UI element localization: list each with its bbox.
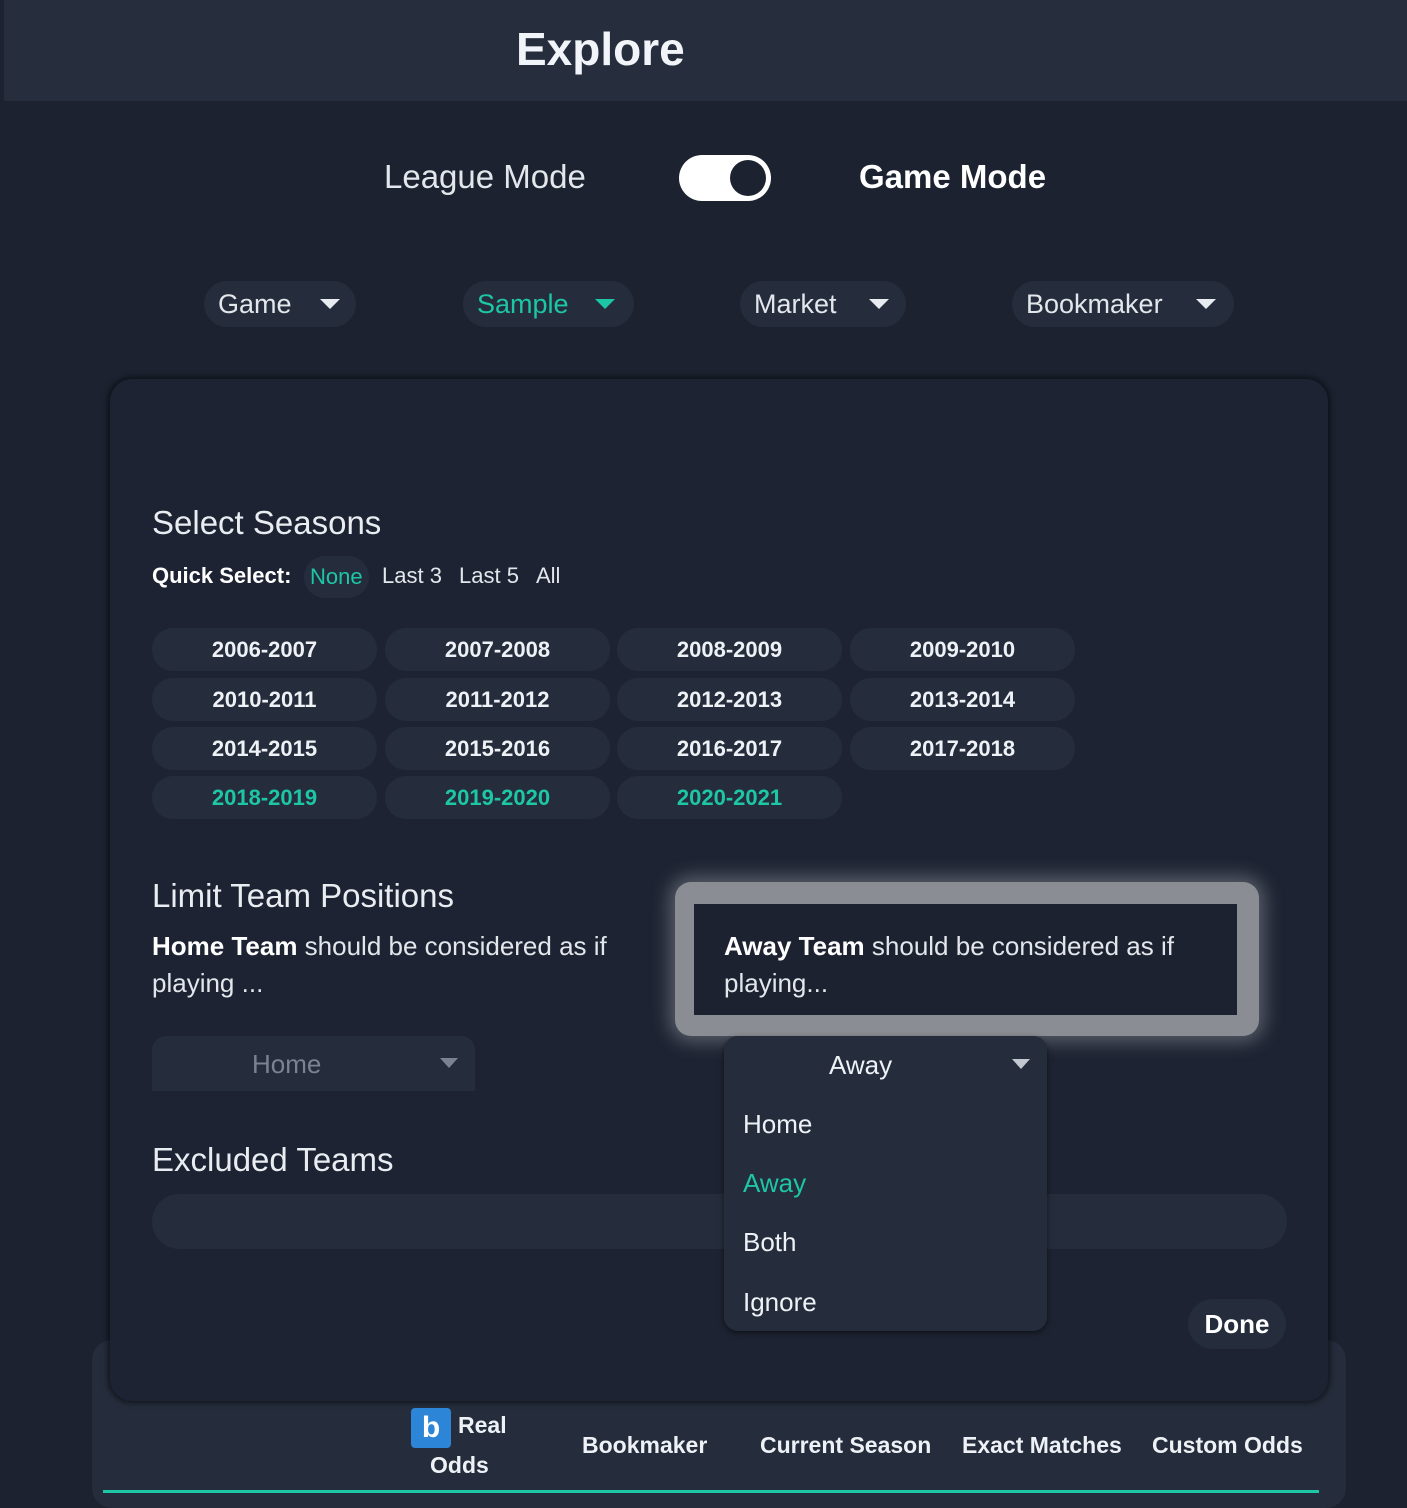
season-2017-2018[interactable]: 2017-2018 [850,727,1075,770]
quick-select-last5[interactable]: Last 5 [459,563,519,589]
season-2013-2014[interactable]: 2013-2014 [850,678,1075,721]
sample-dropdown-label: Sample [477,288,569,319]
current-season-column-header[interactable]: Current Season [760,1432,931,1459]
real-odds-header-line2[interactable]: Odds [430,1452,489,1479]
exact-matches-column-header[interactable]: Exact Matches [962,1432,1122,1459]
season-2019-2020[interactable]: 2019-2020 [385,776,610,819]
away-position-dropdown[interactable]: Away Home Away Both Ignore [724,1036,1047,1331]
done-button[interactable]: Done [1188,1299,1286,1349]
option-ignore[interactable]: Ignore [743,1287,817,1318]
quick-select-none[interactable]: None [304,556,369,598]
home-team-bold: Home Team [152,931,298,961]
top-header: Explore [4,0,1407,101]
bookmaker-dropdown[interactable]: Bookmaker [1012,281,1234,327]
away-position-value: Away [829,1050,893,1080]
season-2018-2019[interactable]: 2018-2019 [152,776,377,819]
home-position-value: Home [252,1049,322,1079]
season-2012-2013[interactable]: 2012-2013 [617,678,842,721]
caret-down-icon [595,299,615,309]
caret-down-icon [440,1058,458,1068]
custom-odds-column-header[interactable]: Custom Odds [1152,1432,1303,1459]
season-2008-2009[interactable]: 2008-2009 [617,628,842,671]
excluded-teams-title: Excluded Teams [152,1141,394,1178]
bookmaker-dropdown-label: Bookmaker [1026,288,1163,319]
option-away[interactable]: Away [743,1168,806,1199]
select-seasons-title: Select Seasons [152,504,382,541]
game-mode-label[interactable]: Game Mode [859,158,1046,196]
caret-down-icon [869,299,889,309]
season-2020-2021[interactable]: 2020-2021 [617,776,842,819]
game-dropdown-label: Game [218,288,292,319]
season-2016-2017[interactable]: 2016-2017 [617,727,842,770]
home-team-description: Home Team should be considered as if pla… [152,928,652,1002]
away-team-bold: Away Team [724,931,865,961]
page-title: Explore [516,23,685,75]
option-home[interactable]: Home [743,1109,812,1140]
season-2010-2011[interactable]: 2010-2011 [152,678,377,721]
explore-page: Explore League Mode Game Mode Game Sampl… [4,0,1407,1508]
active-tab-underline [103,1490,1319,1493]
caret-down-icon [1012,1059,1030,1069]
season-2006-2007[interactable]: 2006-2007 [152,628,377,671]
limit-team-positions-title: Limit Team Positions [152,877,455,914]
league-mode-label[interactable]: League Mode [384,158,586,196]
quick-select-all[interactable]: All [536,563,560,589]
sample-dropdown[interactable]: Sample [463,281,634,327]
season-2011-2012[interactable]: 2011-2012 [385,678,610,721]
excluded-teams-input[interactable] [152,1194,1287,1249]
real-odds-logo-icon: b [411,1408,451,1448]
quick-select-last3[interactable]: Last 3 [382,563,442,589]
toggle-knob [730,160,766,196]
season-2015-2016[interactable]: 2015-2016 [385,727,610,770]
home-position-select[interactable]: Home [152,1036,475,1091]
season-2014-2015[interactable]: 2014-2015 [152,727,377,770]
season-2007-2008[interactable]: 2007-2008 [385,628,610,671]
caret-down-icon [1196,299,1216,309]
season-2009-2010[interactable]: 2009-2010 [850,628,1075,671]
bookmaker-column-header[interactable]: Bookmaker [582,1432,707,1459]
market-dropdown-label: Market [754,288,837,319]
market-dropdown[interactable]: Market [740,281,906,327]
game-dropdown[interactable]: Game [204,281,356,327]
real-odds-header-line1[interactable]: Real [458,1412,507,1439]
quick-select-label: Quick Select: [152,563,292,588]
option-both[interactable]: Both [743,1227,797,1258]
caret-down-icon [320,299,340,309]
away-team-description: Away Team should be considered as if pla… [724,928,1224,1002]
mode-toggle[interactable] [679,155,771,201]
